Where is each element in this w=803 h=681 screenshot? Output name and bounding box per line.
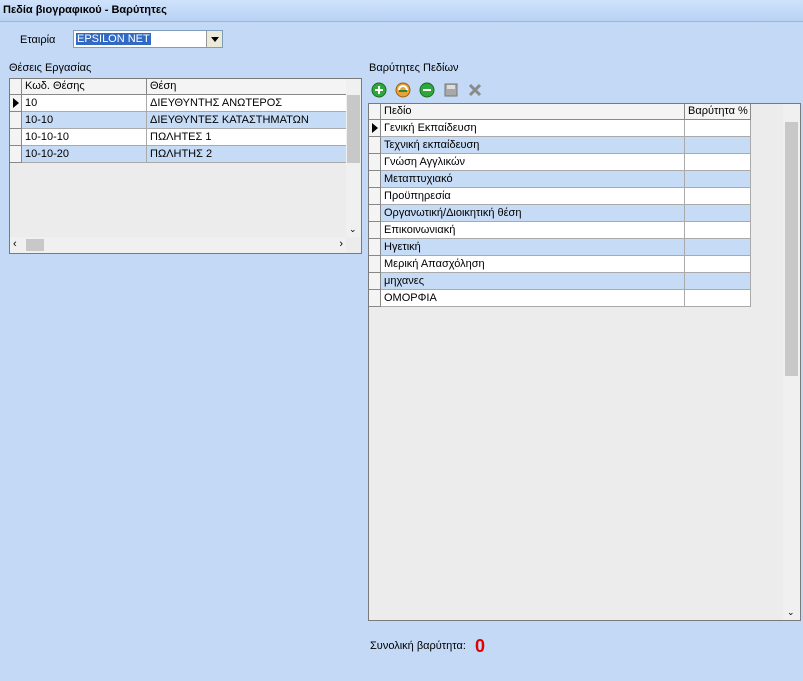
scroll-right-icon[interactable]: › [339, 238, 343, 250]
scroll-down-icon[interactable]: ⌄ [349, 224, 357, 235]
window-title: Πεδία βιογραφικού - Βαρύτητες [0, 0, 803, 22]
positions-hscroll[interactable]: ‹ › [10, 237, 346, 253]
row-selector[interactable] [10, 146, 22, 163]
table-row[interactable]: Μεταπτυχιακό [369, 171, 751, 188]
field-name-cell[interactable]: Τεχνική εκπαίδευση [381, 137, 685, 154]
weights-vscroll-thumb[interactable] [785, 122, 798, 376]
weights-title: Βαρύτητες Πεδίων [369, 62, 459, 74]
table-row[interactable]: Τεχνική εκπαίδευση [369, 137, 751, 154]
position-code-cell[interactable]: 10-10-10 [22, 129, 147, 146]
table-row[interactable]: μηχανες [369, 273, 751, 290]
table-row[interactable]: 10 ΔΙΕΥΘΥΝΤΗΣ ΑΝΩΤΕΡΟΣ [10, 95, 347, 112]
positions-vscroll[interactable]: ⌄ [346, 79, 361, 237]
field-weight-cell[interactable] [685, 256, 751, 273]
row-selector[interactable] [369, 205, 381, 222]
table-row[interactable]: Επικοινωνιακή [369, 222, 751, 239]
field-name-cell[interactable]: Προϋπηρεσία [381, 188, 685, 205]
row-selector[interactable] [369, 290, 381, 307]
field-name-cell[interactable]: Μεταπτυχιακό [381, 171, 685, 188]
field-name-cell[interactable]: μηχανες [381, 273, 685, 290]
row-selector[interactable] [369, 222, 381, 239]
position-code-cell[interactable]: 10-10 [22, 112, 147, 129]
row-selector[interactable] [369, 188, 381, 205]
positions-vscroll-thumb[interactable] [347, 95, 360, 163]
position-code-cell[interactable]: 10 [22, 95, 147, 112]
position-name-cell[interactable]: ΠΩΛΗΤΗΣ 2 [147, 146, 347, 163]
scroll-down-icon[interactable]: ⌄ [787, 607, 795, 618]
remove-icon[interactable] [417, 80, 437, 100]
row-selector[interactable] [369, 171, 381, 188]
table-row[interactable]: ΟΜΟΡΦΙΑ [369, 290, 751, 307]
table-row[interactable]: 10-10-10 ΠΩΛΗΤΕΣ 1 [10, 129, 347, 146]
weights-vscroll[interactable]: ⌄ [783, 104, 800, 620]
field-weight-cell[interactable] [685, 188, 751, 205]
field-name-cell[interactable]: Γενική Εκπαίδευση [381, 120, 685, 137]
chevron-down-icon[interactable] [206, 31, 222, 47]
weights-header: Πεδίο Βαρύτητα % [369, 104, 751, 120]
field-weight-cell[interactable] [685, 171, 751, 188]
field-weight-cell[interactable] [685, 120, 751, 137]
field-name-cell[interactable]: Γνώση Αγγλικών [381, 154, 685, 171]
positions-title: Θέσεις Εργασίας [9, 62, 92, 74]
table-row[interactable]: Οργανωτική/Διοικητική θέση [369, 205, 751, 222]
field-weight-cell[interactable] [685, 222, 751, 239]
field-weight-cell[interactable] [685, 290, 751, 307]
tools-icon[interactable] [465, 80, 485, 100]
position-code-cell[interactable]: 10-10-20 [22, 146, 147, 163]
row-selector[interactable] [369, 120, 381, 137]
row-selector[interactable] [10, 129, 22, 146]
field-name-cell[interactable]: Επικοινωνιακή [381, 222, 685, 239]
positions-col-code[interactable]: Κωδ. Θέσης [22, 79, 147, 95]
positions-header: Κωδ. Θέσης Θέση [10, 79, 347, 95]
scroll-left-icon[interactable]: ‹ [13, 238, 17, 250]
field-name-cell[interactable]: ΟΜΟΡΦΙΑ [381, 290, 685, 307]
weights-toolbar [369, 78, 485, 102]
field-weight-cell[interactable] [685, 205, 751, 222]
field-weight-cell[interactable] [685, 273, 751, 290]
current-row-icon [13, 98, 19, 108]
row-selector[interactable] [369, 154, 381, 171]
row-selector[interactable] [369, 256, 381, 273]
table-row[interactable]: Μερική Απασχόληση [369, 256, 751, 273]
positions-col-name[interactable]: Θέση [147, 79, 347, 95]
table-row[interactable]: 10-10-20 ΠΩΛΗΤΗΣ 2 [10, 146, 347, 163]
row-selector[interactable] [369, 273, 381, 290]
positions-grid[interactable]: Κωδ. Θέσης Θέση 10 ΔΙΕΥΘΥΝΤΗΣ ΑΝΩΤΕΡΟΣ 10-… [9, 78, 362, 254]
current-row-icon [372, 123, 378, 133]
table-row[interactable]: 10-10 ΔΙΕΥΘΥΝΤΕΣ ΚΑΤΑΣΤΗΜΑΤΩΝ [10, 112, 347, 129]
company-label: Εταιρία [20, 34, 56, 46]
company-select[interactable]: EPSILON NET [73, 30, 223, 48]
position-name-cell[interactable]: ΔΙΕΥΘΥΝΤΕΣ ΚΑΤΑΣΤΗΜΑΤΩΝ [147, 112, 347, 129]
table-row[interactable]: Ηγετική [369, 239, 751, 256]
weights-col-field[interactable]: Πεδίο [381, 104, 685, 120]
table-row[interactable]: Προϋπηρεσία [369, 188, 751, 205]
row-selector[interactable] [369, 239, 381, 256]
field-name-cell[interactable]: Μερική Απασχόληση [381, 256, 685, 273]
row-selector[interactable] [10, 112, 22, 129]
position-name-cell[interactable]: ΠΩΛΗΤΕΣ 1 [147, 129, 347, 146]
field-weight-cell[interactable] [685, 137, 751, 154]
company-select-value: EPSILON NET [76, 33, 151, 45]
row-selector[interactable] [369, 137, 381, 154]
weights-grid[interactable]: Πεδίο Βαρύτητα % Γενική Εκπαίδευση Τεχνικ… [368, 103, 801, 621]
save-icon[interactable] [441, 80, 461, 100]
weights-col-weight[interactable]: Βαρύτητα % [685, 104, 751, 120]
table-row[interactable]: Γενική Εκπαίδευση [369, 120, 751, 137]
refresh-icon[interactable] [393, 80, 413, 100]
row-selector[interactable] [10, 95, 22, 112]
positions-hscroll-thumb[interactable] [26, 239, 44, 251]
add-icon[interactable] [369, 80, 389, 100]
field-weight-cell[interactable] [685, 154, 751, 171]
field-name-cell[interactable]: Οργανωτική/Διοικητική θέση [381, 205, 685, 222]
table-row[interactable]: Γνώση Αγγλικών [369, 154, 751, 171]
total-weight-value: 0 [475, 636, 486, 656]
field-weight-cell[interactable] [685, 239, 751, 256]
total-weight-label: Συνολική βαρύτητα: [370, 640, 466, 652]
field-name-cell[interactable]: Ηγετική [381, 239, 685, 256]
position-name-cell[interactable]: ΔΙΕΥΘΥΝΤΗΣ ΑΝΩΤΕΡΟΣ [147, 95, 347, 112]
